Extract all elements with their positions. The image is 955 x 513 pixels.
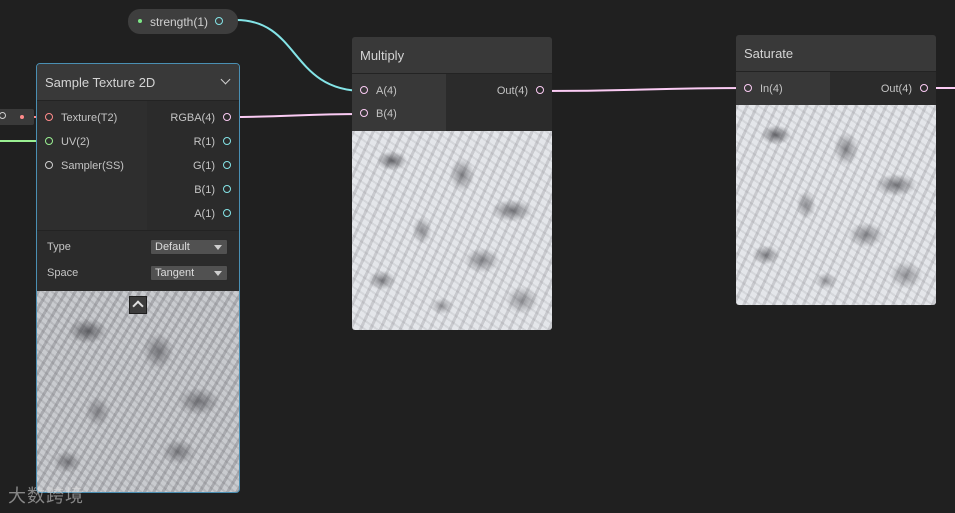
r-output-label: R(1) — [193, 136, 215, 148]
chevron-down-icon[interactable] — [220, 74, 231, 85]
b-output-label: B(1) — [194, 184, 215, 196]
saturate-outputs: Out(4) — [830, 72, 936, 105]
rgba-output-label: RGBA(4) — [170, 112, 215, 124]
b-output-port[interactable] — [223, 185, 231, 193]
a-output-port[interactable] — [223, 209, 231, 217]
sampler-input-label: Sampler(SS) — [61, 160, 124, 172]
multiply-out-port[interactable] — [536, 86, 544, 94]
rgba-output-port[interactable] — [223, 113, 231, 121]
saturate-title: Saturate — [744, 46, 794, 61]
wire-multiply-to-saturate — [541, 87, 749, 92]
texture-property-stub[interactable] — [0, 109, 34, 125]
g-output-label: G(1) — [193, 160, 215, 172]
texture-input-label: Texture(T2) — [61, 112, 118, 124]
property-indicator-icon — [138, 19, 142, 23]
saturate-in-label: In(4) — [760, 83, 783, 95]
multiply-outputs: Out(4) — [446, 74, 552, 131]
dropdown-caret-icon — [214, 271, 222, 276]
multiply-title: Multiply — [360, 48, 405, 63]
sample-texture-outputs: RGBA(4) R(1) G(1) B(1) A(1) — [147, 101, 239, 230]
sample-texture-settings: Type Default Space Tangent — [37, 230, 239, 291]
multiply-a-input-port[interactable] — [360, 86, 368, 94]
strength-property-node[interactable]: strength(1) — [128, 9, 238, 34]
space-setting-label: Space — [47, 267, 79, 279]
multiply-b-label: B(4) — [376, 108, 397, 120]
texture-stub-port-icon — [0, 112, 6, 119]
multiply-node[interactable]: Multiply A(4) B(4) Out(4) — [352, 37, 552, 330]
saturate-out-label: Out(4) — [880, 83, 912, 95]
r-output-port[interactable] — [223, 137, 231, 145]
strength-property-label: strength(1) — [150, 15, 209, 29]
watermark-logo: 大数跨境 — [8, 482, 84, 508]
multiply-out-label: Out(4) — [496, 85, 528, 97]
watermark-text: 大数跨境 — [8, 486, 84, 506]
space-dropdown[interactable]: Tangent — [150, 265, 228, 281]
uv-input-port[interactable] — [45, 137, 53, 145]
saturate-node[interactable]: Saturate In(4) Out(4) — [736, 35, 936, 305]
multiply-b-input-port[interactable] — [360, 109, 368, 117]
texture-stub-dot-icon — [20, 115, 24, 119]
dropdown-caret-icon — [214, 245, 222, 250]
uv-input-label: UV(2) — [61, 136, 90, 148]
multiply-preview — [352, 131, 552, 330]
collapse-preview-button[interactable] — [129, 296, 147, 314]
wire-strength-to-multiply-a — [235, 19, 365, 92]
saturate-out-port[interactable] — [920, 84, 928, 92]
multiply-inputs: A(4) B(4) — [352, 74, 446, 131]
multiply-a-label: A(4) — [376, 85, 397, 97]
sample-texture-header[interactable]: Sample Texture 2D — [37, 64, 239, 101]
sample-texture-2d-node[interactable]: Sample Texture 2D Texture(T2) UV(2) Samp… — [36, 63, 240, 493]
a-output-label: A(1) — [194, 208, 215, 220]
saturate-inputs: In(4) — [736, 72, 830, 105]
space-dropdown-value: Tangent — [155, 267, 195, 279]
saturate-preview — [736, 105, 936, 305]
sampler-input-port[interactable] — [45, 161, 53, 169]
type-dropdown[interactable]: Default — [150, 239, 228, 255]
type-setting-label: Type — [47, 241, 71, 253]
saturate-in-port[interactable] — [744, 84, 752, 92]
type-dropdown-value: Default — [155, 241, 190, 253]
saturate-header[interactable]: Saturate — [736, 35, 936, 72]
g-output-port[interactable] — [223, 161, 231, 169]
sample-texture-preview — [37, 291, 239, 492]
sample-texture-title: Sample Texture 2D — [45, 75, 156, 90]
wire-rgba-to-multiply-b — [228, 113, 365, 118]
texture-input-port[interactable] — [45, 113, 53, 121]
sample-texture-inputs: Texture(T2) UV(2) Sampler(SS) — [37, 101, 147, 230]
multiply-header[interactable]: Multiply — [352, 37, 552, 74]
strength-output-port[interactable] — [215, 17, 223, 25]
